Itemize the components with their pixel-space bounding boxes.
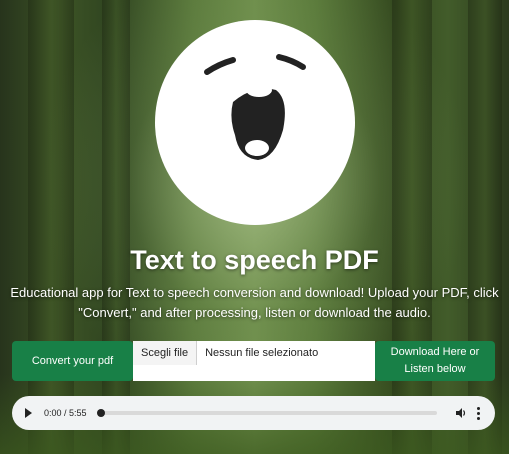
play-icon[interactable] xyxy=(25,408,32,418)
choose-file-button[interactable]: Scegli file xyxy=(133,341,198,365)
file-input[interactable]: Scegli file Nessun file selezionato xyxy=(133,341,375,381)
app-logo xyxy=(155,20,355,225)
download-button[interactable]: Download Here or Listen below xyxy=(375,341,495,381)
app-description: Educational app for Text to speech conve… xyxy=(10,285,499,320)
more-options-icon[interactable] xyxy=(477,406,481,420)
audio-time: 0:00 / 5:55 xyxy=(44,408,87,418)
yawning-face-icon xyxy=(204,54,306,160)
file-status-text: Nessun file selezionato xyxy=(205,347,319,359)
audio-progress-thumb[interactable] xyxy=(96,409,105,417)
audio-progress-track[interactable] xyxy=(96,409,437,417)
page-title: Text to speech PDF xyxy=(130,245,379,275)
audio-player[interactable]: 0:00 / 5:55 xyxy=(12,396,495,430)
volume-icon[interactable] xyxy=(455,407,467,419)
convert-button[interactable]: Convert your pdf xyxy=(12,341,133,381)
